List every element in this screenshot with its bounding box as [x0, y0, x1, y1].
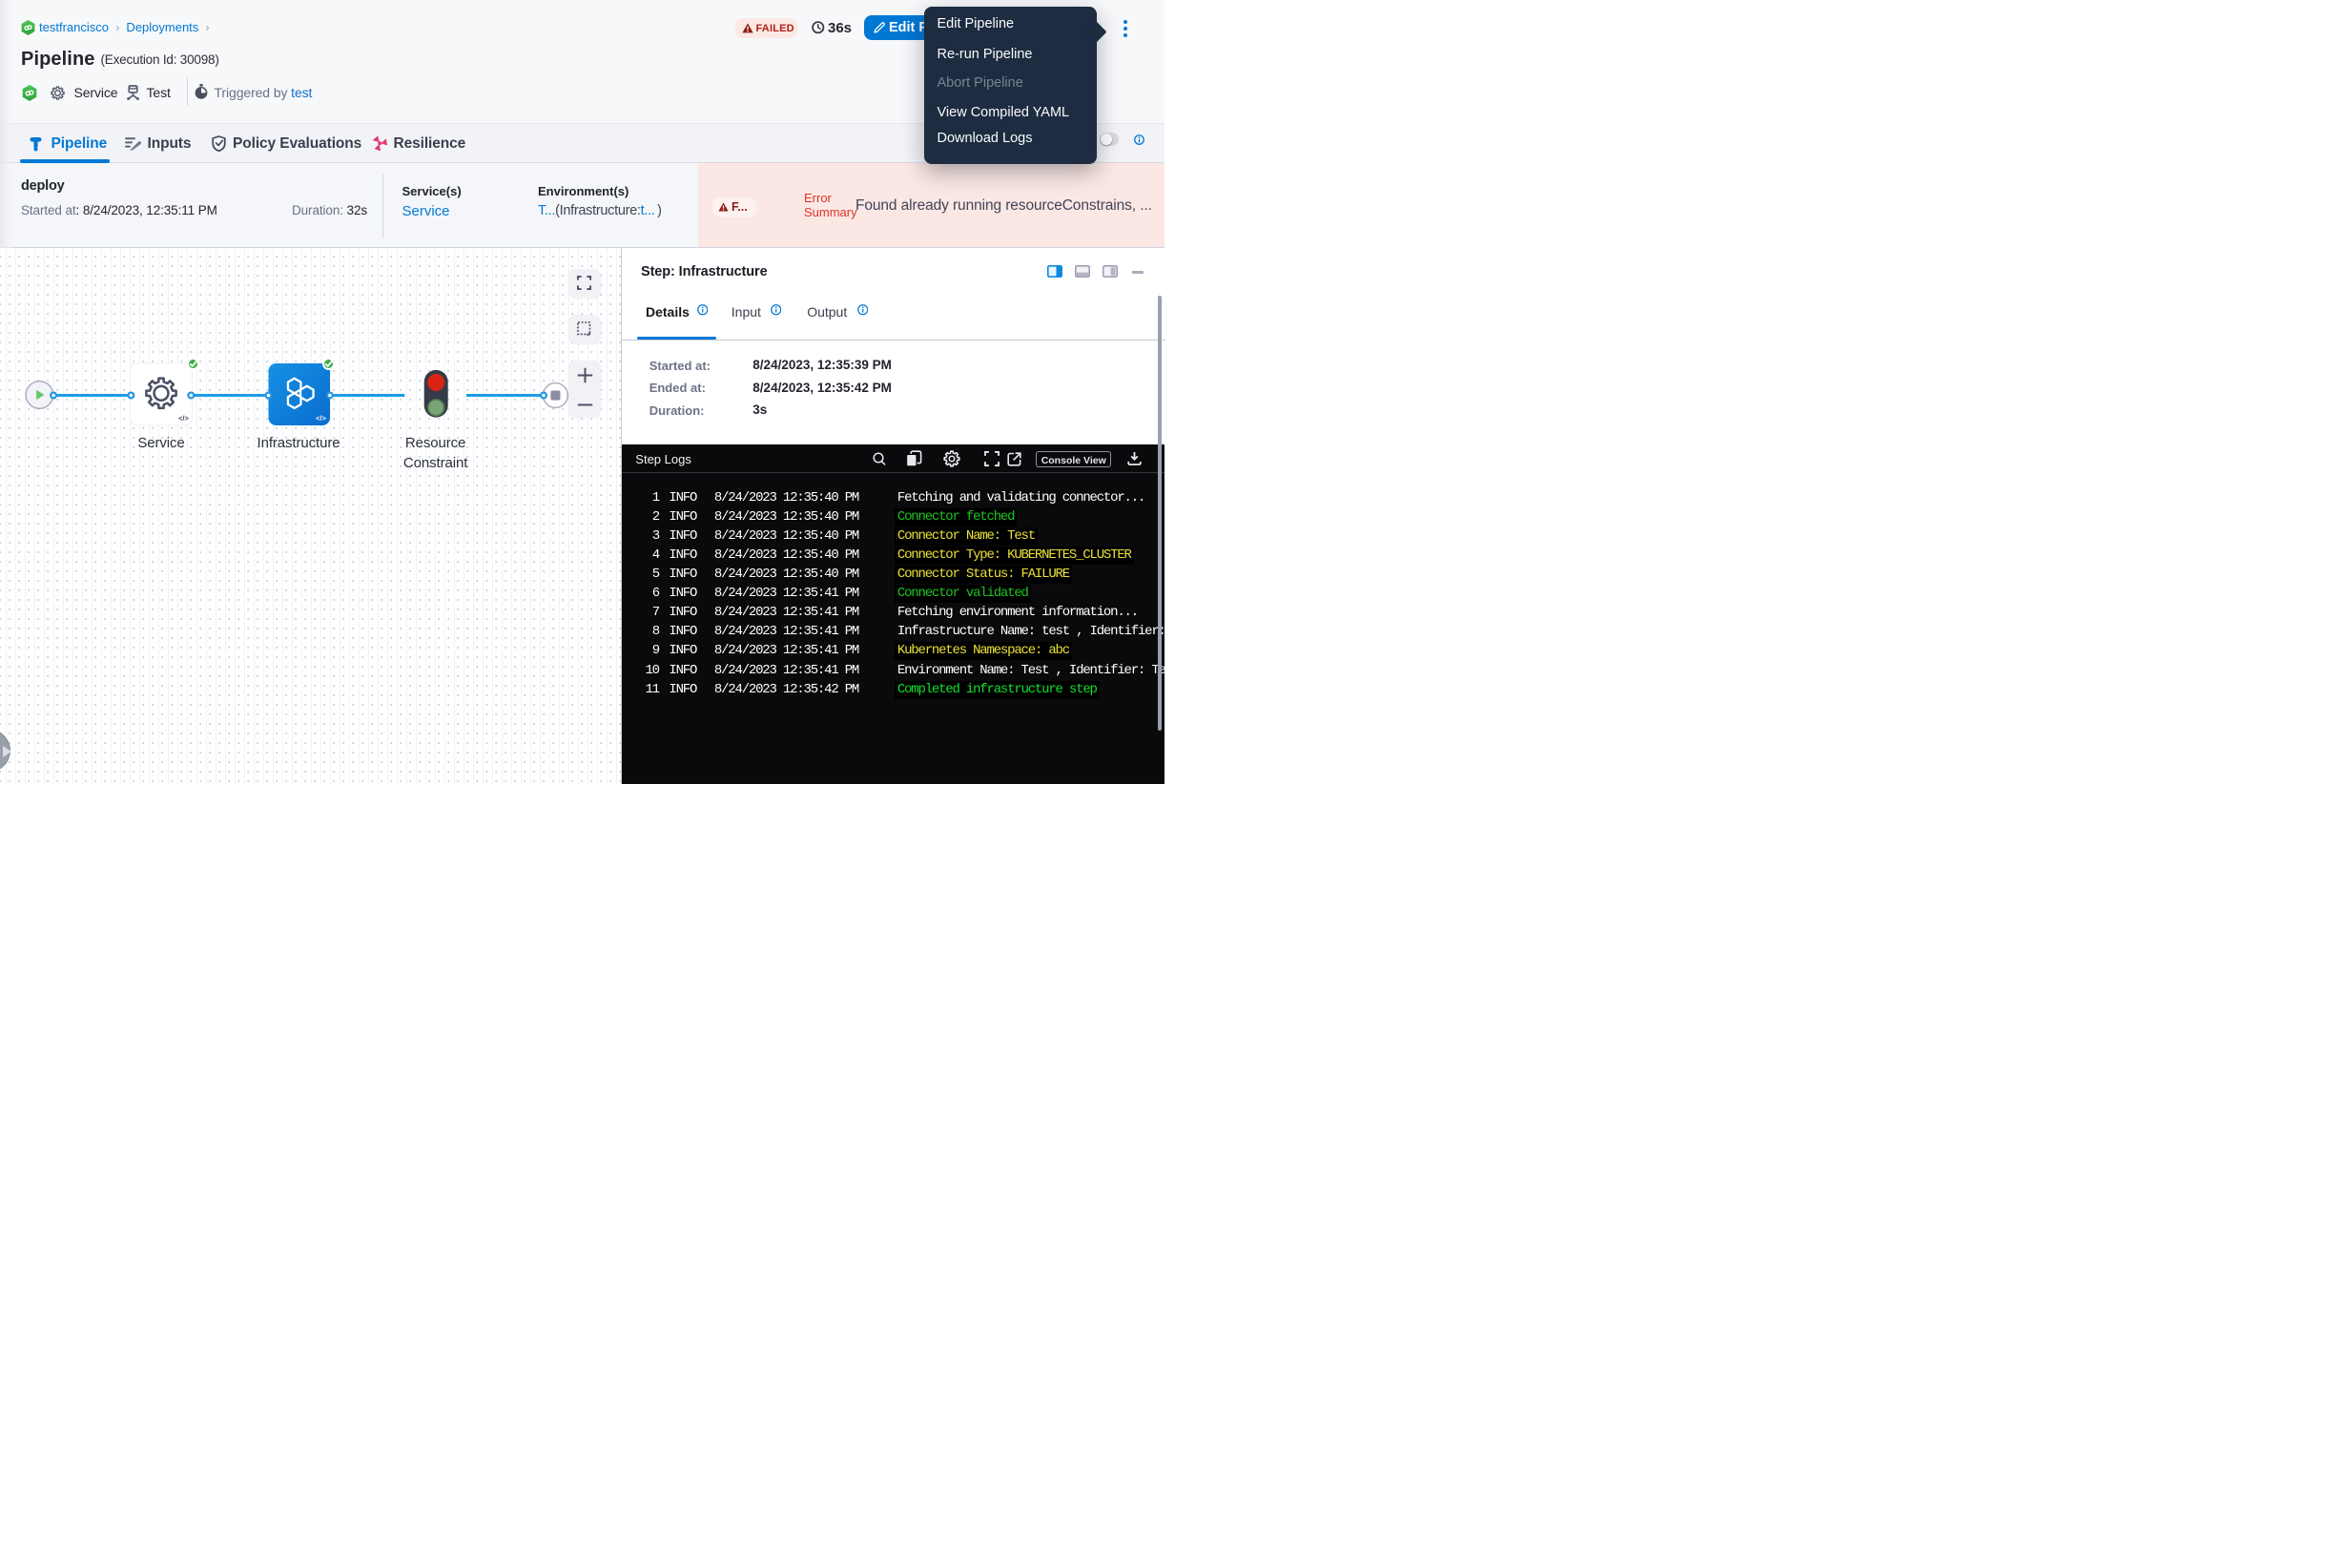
svg-text:</>: </>	[178, 414, 189, 423]
svg-text:</>: </>	[316, 414, 326, 423]
